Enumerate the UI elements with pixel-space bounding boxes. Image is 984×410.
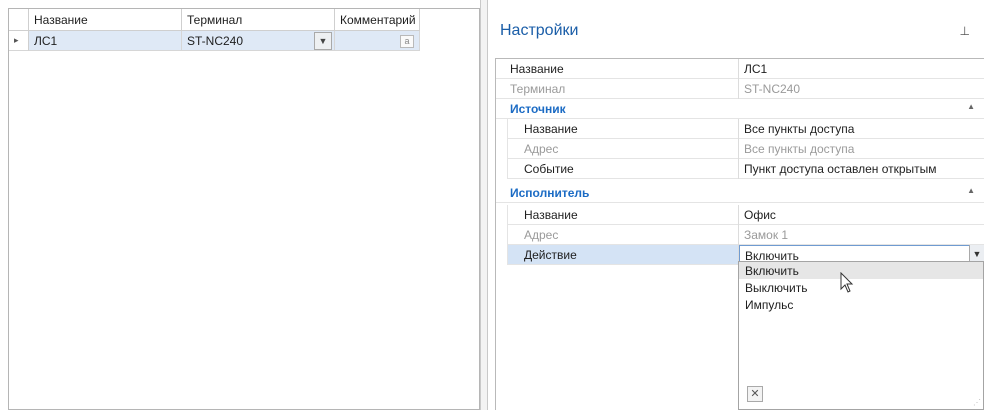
prop-row-source-event[interactable]: Событие Пункт доступа оставлен открытым [496, 159, 984, 179]
cell-terminal[interactable]: ST-NC240 [182, 31, 335, 51]
prop-value[interactable]: Офис [739, 205, 984, 225]
dropdown-option-off[interactable]: Выключить [739, 279, 983, 296]
pin-icon[interactable]: ⊥ [960, 24, 970, 38]
rules-grid: Название Терминал Комментарий ▸ ЛС1 ST-N… [8, 8, 480, 410]
prop-value[interactable]: Все пункты доступа [739, 119, 984, 139]
row-indicator: ▸ [9, 31, 29, 51]
category-label: Исполнитель [510, 186, 590, 200]
resize-grip-icon[interactable]: ⋰ [973, 398, 981, 407]
action-dropdown-list: Включить Выключить Импульс ✕ ⋰ [738, 261, 984, 410]
panel-splitter[interactable] [480, 0, 488, 410]
prop-label: Адрес [496, 139, 739, 159]
prop-value: Все пункты доступа [744, 142, 855, 156]
prop-row-source-name[interactable]: Название Все пункты доступа [496, 119, 984, 139]
prop-label: Событие [496, 159, 739, 179]
column-header-terminal[interactable]: Терминал [182, 9, 335, 31]
prop-label: Название [496, 205, 739, 225]
prop-value: Замок 1 [744, 228, 789, 242]
dropdown-option-pulse[interactable]: Импульс [739, 296, 983, 313]
prop-row-name[interactable]: Название ЛС1 [496, 59, 984, 79]
prop-label: Название [496, 59, 739, 79]
category-source[interactable]: Источник ▲ [496, 99, 984, 119]
category-executor[interactable]: Исполнитель ▲ [496, 183, 984, 203]
prop-label: Адрес [496, 225, 739, 245]
memo-edit-icon[interactable]: a [400, 35, 414, 48]
collapse-icon[interactable]: ▲ [967, 102, 975, 111]
column-header-comment[interactable]: Комментарий [335, 9, 420, 31]
chevron-down-icon[interactable]: ▼ [314, 32, 332, 50]
prop-row-terminal: Терминал ST-NC240 [496, 79, 984, 99]
focused-row-icon: ▸ [14, 35, 19, 45]
prop-label: Название [496, 119, 739, 139]
category-label: Источник [510, 102, 566, 116]
prop-value[interactable]: Пункт доступа оставлен открытым [739, 159, 984, 179]
collapse-icon[interactable]: ▲ [967, 186, 975, 195]
prop-value[interactable]: ЛС1 [739, 59, 984, 79]
prop-label: Терминал [496, 79, 739, 99]
prop-row-source-address: Адрес Все пункты доступа [496, 139, 984, 159]
row-indicator-header [9, 9, 29, 31]
cell-name[interactable]: ЛС1 [29, 31, 182, 51]
column-header-name[interactable]: Название [29, 9, 182, 31]
prop-value: ST-NC240 [744, 82, 801, 96]
prop-row-executor-address: Адрес Замок 1 [496, 225, 984, 245]
mouse-cursor-icon [840, 272, 854, 293]
close-icon[interactable]: ✕ [747, 386, 763, 402]
panel-title: Настройки [500, 22, 579, 39]
prop-label: Действие [496, 245, 739, 265]
dropdown-option-on[interactable]: Включить [739, 262, 983, 279]
prop-row-executor-name[interactable]: Название Офис [496, 205, 984, 225]
